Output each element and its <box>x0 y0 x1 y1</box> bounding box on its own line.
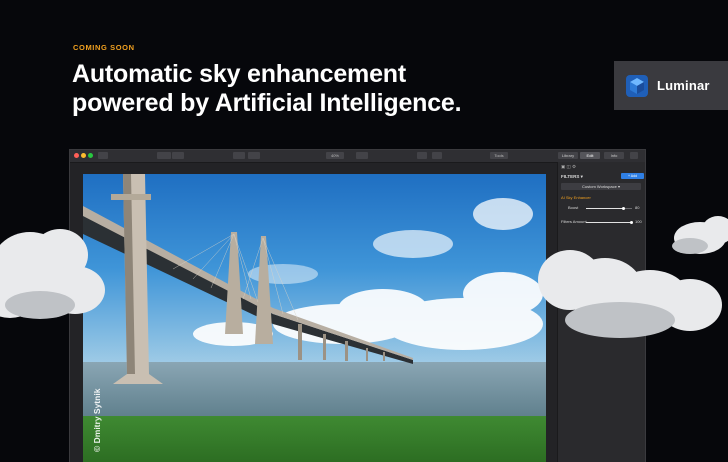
decorative-clouds <box>0 216 728 338</box>
photo-credit: © Dmitry Sytnik <box>92 388 102 452</box>
